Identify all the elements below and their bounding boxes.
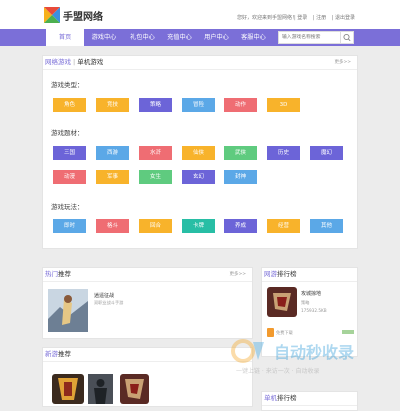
main-nav: 首页 游戏中心 礼包中心 充值中心 用户中心 客服中心 bbox=[0, 29, 400, 46]
hot-more-link[interactable]: 更多>> bbox=[229, 268, 246, 281]
tab-single-games[interactable]: 单机游戏 bbox=[77, 58, 103, 66]
nav-user-center[interactable]: 用户中心 bbox=[198, 29, 235, 46]
search-button[interactable] bbox=[340, 32, 353, 43]
tag-theme-military[interactable]: 军事 bbox=[96, 170, 129, 184]
nav-service-center[interactable]: 客服中心 bbox=[235, 29, 272, 46]
new-game-title-rest: 推荐 bbox=[58, 350, 71, 358]
tag-type-competitive[interactable]: 竞技 bbox=[96, 98, 129, 112]
tag-type-adventure[interactable]: 冒险 bbox=[182, 98, 215, 112]
watermark-slogan: 一键上链 · 来访一次 · 自动收录 bbox=[236, 367, 319, 375]
tab-network-games[interactable]: 网络游戏 bbox=[45, 58, 71, 66]
hot-title-accent: 热门 bbox=[45, 270, 58, 278]
search-box bbox=[278, 31, 354, 44]
tag-theme-xianxia[interactable]: 仙侠 bbox=[182, 146, 215, 160]
register-link[interactable]: | 注册 bbox=[313, 15, 326, 21]
tag-theme-history[interactable]: 历史 bbox=[267, 146, 300, 160]
new-game-header: 新游推荐 bbox=[43, 348, 252, 362]
tag-theme-gods[interactable]: 封神 bbox=[224, 170, 257, 184]
single-ranking-title-rest: 排行榜 bbox=[277, 394, 297, 402]
welcome-text: 您好，欢迎来到手盟网络！ bbox=[237, 15, 298, 21]
login-link[interactable]: | 登录 bbox=[294, 15, 307, 21]
tag-play-card[interactable]: 卡牌 bbox=[182, 219, 215, 233]
search-input[interactable] bbox=[279, 32, 340, 43]
single-ranking-title-accent: 单机 bbox=[264, 394, 277, 402]
android-icon bbox=[267, 328, 274, 337]
ranking-item-title[interactable]: 攻城掠地 bbox=[301, 290, 321, 297]
ranking-item-category: 策略 bbox=[301, 300, 310, 305]
filter-tabs: 网络游戏 | 单机游戏 更多>> bbox=[43, 56, 357, 70]
game-thumbnail[interactable] bbox=[48, 289, 88, 332]
tag-play-other[interactable]: 其他 bbox=[310, 219, 343, 233]
watermark-logo: 自动秒收录 一键上链 · 来访一次 · 自动收录 bbox=[231, 339, 354, 375]
online-ranking-header: 网游排行榜 bbox=[262, 268, 357, 282]
ranking-title-rest: 排行榜 bbox=[277, 270, 297, 278]
nav-recharge-center[interactable]: 充值中心 bbox=[161, 29, 198, 46]
single-ranking-panel: 单机排行榜 bbox=[261, 391, 358, 411]
new-game-title-accent: 新游 bbox=[45, 350, 58, 358]
nav-game-center[interactable]: 游戏中心 bbox=[84, 29, 124, 46]
tag-theme-fantasy[interactable]: 魔幻 bbox=[310, 146, 343, 160]
tag-type-role[interactable]: 角色 bbox=[53, 98, 86, 112]
theme-section-title: 游戏题材： bbox=[51, 129, 84, 137]
download-button[interactable] bbox=[342, 330, 354, 334]
ranking-title-accent: 网游 bbox=[264, 270, 277, 278]
logo-icon[interactable] bbox=[43, 6, 61, 24]
type-section-title: 游戏类型： bbox=[51, 81, 84, 89]
tag-type-strategy[interactable]: 策略 bbox=[139, 98, 172, 112]
watermark-brand: 自动秒收录 bbox=[274, 343, 354, 362]
tag-play-realtime[interactable]: 即时 bbox=[53, 219, 86, 233]
account-links: | 登录 | 注册 | 退出登录 bbox=[294, 14, 359, 21]
tag-theme-female[interactable]: 女生 bbox=[139, 170, 172, 184]
tag-theme-water-margin[interactable]: 水浒 bbox=[139, 146, 172, 160]
hot-item-title[interactable]: 逍遥征战 bbox=[94, 292, 114, 299]
nav-home[interactable]: 首页 bbox=[46, 29, 84, 46]
new-game-panel: 新游推荐 bbox=[42, 347, 253, 407]
top-bar: 手盟网络 您好，欢迎来到手盟网络！ | 登录 | 注册 | 退出登录 bbox=[0, 0, 400, 29]
search-icon bbox=[343, 33, 351, 42]
logo-text[interactable]: 手盟网络 bbox=[63, 8, 103, 23]
logout-link[interactable]: | 退出登录 bbox=[332, 15, 355, 21]
hot-recommend-panel: 热门推荐 更多>> 逍遥征战 双职业战斗手游 bbox=[42, 267, 253, 339]
tag-play-management[interactable]: 经营 bbox=[267, 219, 300, 233]
play-section-title: 游戏玩法： bbox=[51, 203, 84, 211]
tag-theme-anime[interactable]: 动漫 bbox=[53, 170, 86, 184]
tag-play-fighting[interactable]: 格斗 bbox=[96, 219, 129, 233]
tag-theme-wuxia[interactable]: 武侠 bbox=[224, 146, 257, 160]
nav-gift-center[interactable]: 礼包中心 bbox=[124, 29, 161, 46]
tag-theme-xuanhuan[interactable]: 玄幻 bbox=[182, 170, 215, 184]
hot-recommend-header: 热门推荐 更多>> bbox=[43, 268, 252, 282]
game-filter-panel: 网络游戏 | 单机游戏 更多>> 游戏类型： 角色 竞技 策略 冒险 动作 3D 游… bbox=[42, 55, 358, 249]
tag-play-nurture[interactable]: 养成 bbox=[224, 219, 257, 233]
ranking-download-label[interactable]: 免费下载 bbox=[276, 330, 293, 336]
ranking-game-icon[interactable] bbox=[267, 287, 297, 317]
tag-type-3d[interactable]: 3D bbox=[267, 98, 300, 112]
tag-theme-journey-west[interactable]: 西游 bbox=[96, 146, 129, 160]
single-ranking-header: 单机排行榜 bbox=[262, 392, 357, 406]
hot-title-rest: 推荐 bbox=[58, 270, 71, 278]
ranking-item-size: 175932.5KB bbox=[301, 308, 327, 313]
filter-more-link[interactable]: 更多>> bbox=[334, 56, 351, 69]
tag-play-turn-based[interactable]: 回合 bbox=[139, 219, 172, 233]
tag-theme-three-kingdoms[interactable]: 三国 bbox=[53, 146, 86, 160]
hot-item-desc: 双职业战斗手游 bbox=[94, 300, 124, 305]
tag-type-action[interactable]: 动作 bbox=[224, 98, 257, 112]
